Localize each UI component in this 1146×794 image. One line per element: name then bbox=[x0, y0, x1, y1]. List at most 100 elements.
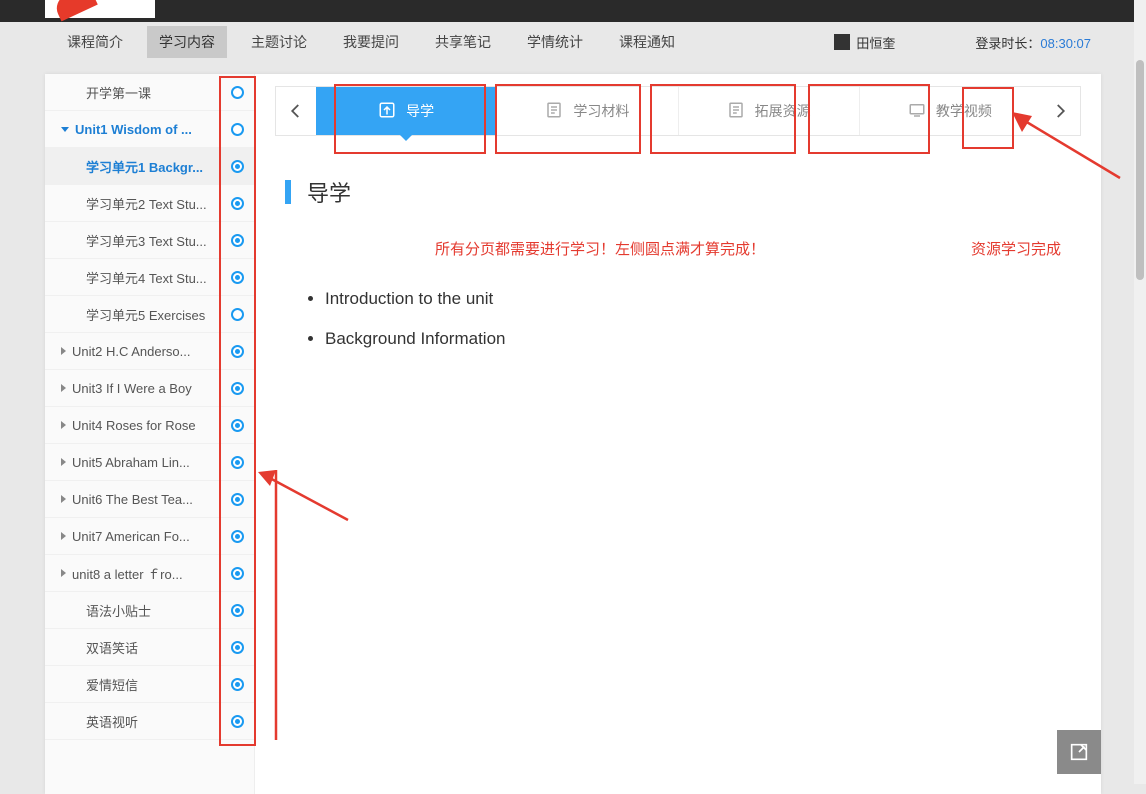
sidebar-item-1[interactable]: Unit1 Wisdom of ... bbox=[45, 111, 254, 148]
progress-dot-icon bbox=[231, 678, 244, 691]
progress-dot-icon bbox=[231, 271, 244, 284]
progress-dot-icon bbox=[231, 567, 244, 580]
bullet-list: Introduction to the unitBackground Infor… bbox=[285, 289, 1071, 349]
sidebar-item-label: 学习单元4 Text Stu... bbox=[86, 268, 227, 287]
avatar-icon bbox=[834, 34, 850, 50]
content-area: 导学 学习材料 拓展资源 教学视频 导学 所有分页都需要进行学习！左侧圆点满才算完成！… bbox=[255, 74, 1101, 794]
login-time-value: 08:30:07 bbox=[1040, 36, 1091, 51]
sidebar-item-label: 英语视听 bbox=[86, 712, 227, 731]
sidebar-item-label: 开学第一课 bbox=[86, 83, 227, 102]
progress-dot-icon bbox=[231, 308, 244, 321]
sidebar-item-12[interactable]: Unit7 American Fo... bbox=[45, 518, 254, 555]
sidebar-item-label: Unit1 Wisdom of ... bbox=[75, 122, 227, 137]
progress-dot-icon bbox=[231, 86, 244, 99]
sidebar-item-9[interactable]: Unit4 Roses for Rose bbox=[45, 407, 254, 444]
progress-dot-icon bbox=[231, 345, 244, 358]
login-time-label: 登录时长： bbox=[975, 36, 1040, 51]
sidebar-item-label: 爱情短信 bbox=[86, 675, 227, 694]
doc-icon bbox=[727, 101, 745, 122]
edit-fab-button[interactable] bbox=[1057, 730, 1101, 774]
sidebar-item-3[interactable]: 学习单元2 Text Stu... bbox=[45, 185, 254, 222]
scrollbar-vertical[interactable] bbox=[1134, 0, 1146, 784]
caret-right-icon bbox=[61, 384, 66, 392]
caret-right-icon bbox=[61, 458, 66, 466]
user-name: 田恒奎 bbox=[856, 33, 895, 52]
caret-right-icon bbox=[61, 421, 66, 429]
nav-tab-2[interactable]: 主题讨论 bbox=[239, 26, 319, 58]
section-title: 导学 bbox=[285, 176, 1071, 208]
sidebar-item-16[interactable]: 爱情短信 bbox=[45, 666, 254, 703]
caret-right-icon bbox=[61, 347, 66, 355]
content-tab-2[interactable]: 拓展资源 bbox=[679, 87, 860, 135]
nav-tab-5[interactable]: 学情统计 bbox=[515, 26, 595, 58]
content-tab-3[interactable]: 教学视频 bbox=[860, 87, 1040, 135]
nav-tab-1[interactable]: 学习内容 bbox=[147, 26, 227, 58]
caret-right-icon bbox=[61, 569, 66, 577]
progress-dot-icon bbox=[231, 493, 244, 506]
content-tab-label: 学习材料 bbox=[573, 101, 629, 121]
chevron-right-icon bbox=[1051, 102, 1069, 120]
section-notes: 所有分页都需要进行学习！左侧圆点满才算完成！ 资源学习完成 bbox=[285, 238, 1071, 289]
sidebar-item-0[interactable]: 开学第一课 bbox=[45, 74, 254, 111]
sidebar[interactable]: 开学第一课 Unit1 Wisdom of ... 学习单元1 Backgr... 学… bbox=[45, 74, 255, 794]
note-main: 所有分页都需要进行学习！左侧圆点满才算完成！ bbox=[435, 238, 765, 259]
sidebar-item-10[interactable]: Unit5 Abraham Lin... bbox=[45, 444, 254, 481]
sidebar-item-label: 双语笑话 bbox=[86, 638, 227, 657]
nav-tab-4[interactable]: 共享笔记 bbox=[423, 26, 503, 58]
sidebar-item-4[interactable]: 学习单元3 Text Stu... bbox=[45, 222, 254, 259]
sidebar-item-14[interactable]: 语法小贴士 bbox=[45, 592, 254, 629]
note-right: 资源学习完成 bbox=[971, 238, 1061, 259]
tabstrip-prev-button[interactable] bbox=[276, 87, 316, 135]
progress-dot-icon bbox=[231, 530, 244, 543]
tabstrip-next-button[interactable] bbox=[1040, 87, 1080, 135]
login-time: 登录时长：08:30:07 bbox=[975, 33, 1091, 52]
nav-tab-6[interactable]: 课程通知 bbox=[607, 26, 687, 58]
sidebar-item-label: unit8 a letter ｆro... bbox=[72, 564, 227, 583]
sidebar-item-13[interactable]: unit8 a letter ｆro... bbox=[45, 555, 254, 592]
sidebar-item-7[interactable]: Unit2 H.C Anderso... bbox=[45, 333, 254, 370]
content-tabstrip: 导学 学习材料 拓展资源 教学视频 bbox=[275, 86, 1081, 136]
nav-bar: 课程简介学习内容主题讨论我要提问共享笔记学情统计课程通知 田恒奎 登录时长：08… bbox=[0, 22, 1146, 62]
sidebar-item-11[interactable]: Unit6 The Best Tea... bbox=[45, 481, 254, 518]
sidebar-item-2[interactable]: 学习单元1 Backgr... bbox=[45, 148, 254, 185]
guide-icon bbox=[378, 101, 396, 122]
progress-dot-icon bbox=[231, 641, 244, 654]
sidebar-item-label: 学习单元1 Backgr... bbox=[86, 157, 227, 176]
progress-dot-icon bbox=[231, 123, 244, 136]
sidebar-item-17[interactable]: 英语视听 bbox=[45, 703, 254, 740]
content-tab-0[interactable]: 导学 bbox=[316, 87, 497, 135]
main-area: 开学第一课 Unit1 Wisdom of ... 学习单元1 Backgr... 学… bbox=[45, 74, 1101, 794]
progress-dot-icon bbox=[231, 160, 244, 173]
caret-right-icon bbox=[61, 495, 66, 503]
progress-dot-icon bbox=[231, 419, 244, 432]
sidebar-item-6[interactable]: 学习单元5 Exercises bbox=[45, 296, 254, 333]
progress-dot-icon bbox=[231, 715, 244, 728]
edit-icon bbox=[1068, 741, 1090, 763]
sidebar-item-8[interactable]: Unit3 If I Were a Boy bbox=[45, 370, 254, 407]
sidebar-item-label: Unit7 American Fo... bbox=[72, 529, 227, 544]
sidebar-item-label: Unit4 Roses for Rose bbox=[72, 418, 227, 433]
content-tab-1[interactable]: 学习材料 bbox=[497, 87, 678, 135]
user-area[interactable]: 田恒奎 bbox=[834, 33, 895, 52]
content-tab-label: 拓展资源 bbox=[755, 101, 811, 121]
bullet-item-0: Introduction to the unit bbox=[325, 289, 1071, 309]
sidebar-item-5[interactable]: 学习单元4 Text Stu... bbox=[45, 259, 254, 296]
sidebar-item-label: Unit6 The Best Tea... bbox=[72, 492, 227, 507]
sidebar-item-label: Unit5 Abraham Lin... bbox=[72, 455, 227, 470]
caret-right-icon bbox=[61, 532, 66, 540]
nav-tab-0[interactable]: 课程简介 bbox=[55, 26, 135, 58]
logo bbox=[45, 0, 155, 18]
progress-dot-icon bbox=[231, 234, 244, 247]
sidebar-item-label: Unit3 If I Were a Boy bbox=[72, 381, 227, 396]
scrollbar-thumb[interactable] bbox=[1136, 60, 1144, 280]
video-icon bbox=[908, 101, 926, 122]
doc-icon bbox=[545, 101, 563, 122]
sidebar-item-15[interactable]: 双语笑话 bbox=[45, 629, 254, 666]
section: 导学 所有分页都需要进行学习！左侧圆点满才算完成！ 资源学习完成 Introdu… bbox=[275, 136, 1081, 379]
nav-tab-3[interactable]: 我要提问 bbox=[331, 26, 411, 58]
chevron-left-icon bbox=[287, 102, 305, 120]
progress-dot-icon bbox=[231, 604, 244, 617]
content-tab-label: 教学视频 bbox=[936, 101, 992, 121]
progress-dot-icon bbox=[231, 456, 244, 469]
sidebar-item-label: 学习单元2 Text Stu... bbox=[86, 194, 227, 213]
